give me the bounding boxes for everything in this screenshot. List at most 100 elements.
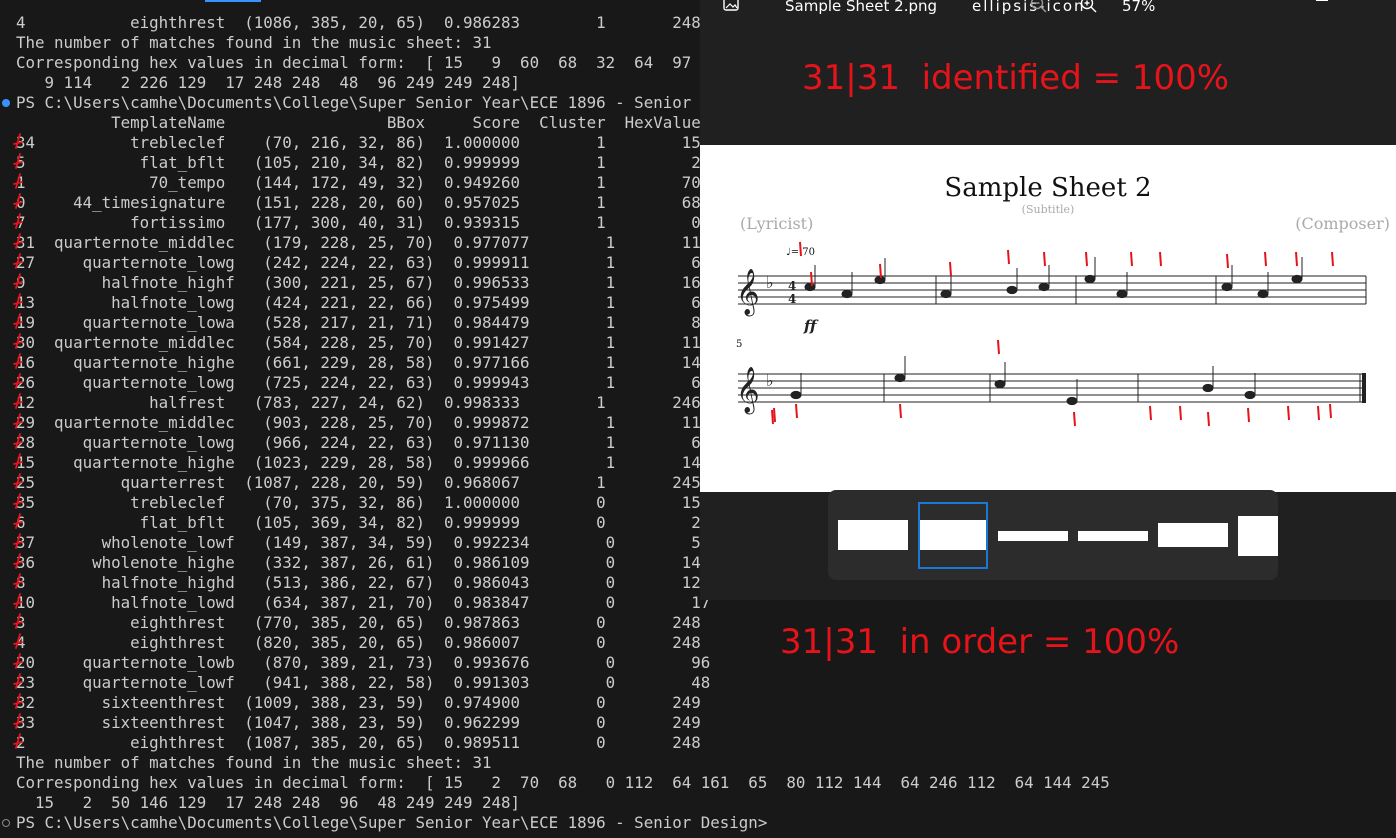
terminal-line: TemplateName BBox Score Cluster HexValue	[16, 113, 701, 132]
zoom-level[interactable]: 57%	[1122, 0, 1155, 15]
terminal-line: PS C:\Users\camhe\Documents\College\Supe…	[16, 813, 768, 832]
terminal-scroll-indicator	[205, 0, 261, 2]
terminal-line: Corresponding hex values in decimal form…	[16, 53, 730, 72]
terminal-line: PS C:\Users\camhe\Documents\College\Supe…	[16, 93, 739, 112]
terminal-line: 3 eighthrest (770, 385, 20, 65) 0.987863…	[16, 613, 701, 632]
check-mark	[13, 313, 23, 329]
check-mark	[13, 253, 23, 269]
terminal-line: 25 quarterrest (1087, 228, 20, 59) 0.968…	[16, 473, 701, 492]
terminal-line: 2 eighthrest (1087, 385, 20, 65) 0.98951…	[16, 733, 701, 752]
terminal-line: 13 halfnote_lowg (424, 221, 22, 66) 0.97…	[16, 293, 711, 312]
tally-mark	[1329, 403, 1332, 419]
terminal-line: 15 2 50 146 129 17 248 248 96 48 249 249…	[16, 793, 521, 812]
check-mark	[13, 233, 23, 249]
check-mark	[13, 213, 23, 229]
tally-mark	[1287, 405, 1290, 421]
check-mark	[13, 633, 23, 649]
terminal-line: 29 quarternote_middlec (903, 228, 25, 70…	[16, 413, 711, 432]
handwritten-note-marks	[771, 241, 1334, 427]
terminal-line: 15 quarternote_highe (1023, 229, 28, 58)…	[16, 453, 711, 472]
terminal-line: 37 wholenote_lowf (149, 387, 34, 59) 0.9…	[16, 533, 711, 552]
thumbnail-sheet-3[interactable]	[998, 531, 1068, 541]
terminal-line: 10 halfnote_lowd (634, 387, 21, 70) 0.98…	[16, 593, 711, 612]
check-mark	[13, 613, 23, 629]
thumbnail-sheet-1[interactable]	[838, 520, 908, 550]
file-name: Sample Sheet 2.png	[785, 0, 938, 15]
terminal-line: 33 sixteenthrest (1047, 388, 23, 59) 0.9…	[16, 713, 701, 732]
terminal-line: 4 eighthrest (820, 385, 20, 65) 0.986007…	[16, 633, 701, 652]
terminal-line: 4 eighthrest (1086, 385, 20, 65) 0.98628…	[16, 13, 701, 32]
terminal-line: 28 quarternote_lowg (966, 224, 22, 63) 0…	[16, 433, 711, 452]
terminal-line: 35 trebleclef (70, 375, 32, 86) 1.000000…	[16, 493, 701, 512]
terminal-line: 7 fortissimo (177, 300, 40, 31) 0.939315…	[16, 213, 701, 232]
tally-mark	[771, 409, 774, 425]
terminal-line: 23 quarternote_lowf (941, 388, 22, 58) 0…	[16, 673, 711, 692]
prompt-status-dot	[2, 819, 10, 827]
tally-mark	[879, 263, 882, 279]
handwritten-checkmarks	[13, 133, 23, 749]
tally-mark	[1207, 411, 1210, 427]
tally-mark	[949, 261, 952, 277]
tally-mark	[1264, 251, 1267, 267]
tally-mark	[1331, 251, 1334, 267]
check-mark	[13, 433, 23, 449]
terminal-line: 36 wholenote_highe (332, 387, 26, 61) 0.…	[16, 553, 711, 572]
check-mark	[13, 333, 23, 349]
gallery-icon[interactable]	[722, 0, 740, 14]
terminal-line: 32 sixteenthrest (1009, 388, 23, 59) 0.9…	[16, 693, 701, 712]
tally-mark	[1179, 405, 1182, 421]
check-mark	[13, 273, 23, 289]
thumbnail-sheet-5[interactable]	[1158, 523, 1228, 547]
thumbnail-sheet-6[interactable]	[1238, 516, 1278, 556]
terminal-line: 16 quarternote_highe (661, 229, 28, 58) …	[16, 353, 711, 372]
tally-mark	[795, 403, 798, 419]
terminal-line: 9 halfnote_highf (300, 221, 25, 67) 0.99…	[16, 273, 711, 292]
terminal-line: The number of matches found in the music…	[16, 753, 492, 772]
terminal-line: 20 quarternote_lowb (870, 389, 21, 73) 0…	[16, 653, 711, 672]
check-mark	[13, 413, 23, 429]
terminal-line: 30 quarternote_middlec (584, 228, 25, 70…	[16, 333, 711, 352]
tally-mark	[1317, 405, 1320, 421]
terminal-line: 5 flat_bflt (105, 210, 34, 82) 0.999999 …	[16, 153, 701, 172]
tally-mark	[1007, 249, 1010, 265]
check-mark	[13, 493, 23, 509]
terminal-line: 12 halfrest (783, 227, 24, 62) 0.998333 …	[16, 393, 701, 412]
annotation-identified: 31|31 identified = 100%	[802, 58, 1230, 98]
check-mark	[13, 293, 23, 309]
check-mark	[13, 453, 23, 469]
prompt-status-dot	[2, 99, 10, 107]
terminal-line: 34 trebleclef (70, 216, 32, 86) 1.000000…	[16, 133, 701, 152]
terminal-line: 9 114 2 226 129 17 248 248 48 96 249 249…	[16, 73, 521, 92]
check-mark	[13, 573, 23, 589]
terminal-line: 26 quarternote_lowg (725, 224, 22, 63) 0…	[16, 373, 711, 392]
terminal-line: 0 44_timesignature (151, 228, 20, 60) 0.…	[16, 193, 701, 212]
check-mark	[13, 533, 23, 549]
terminal-line: 8 halfnote_highd (513, 386, 22, 67) 0.98…	[16, 573, 711, 592]
terminal-line: Corresponding hex values in decimal form…	[16, 773, 1110, 792]
tally-mark	[997, 339, 1000, 355]
zoom-out-icon[interactable]	[1030, 0, 1048, 14]
tally-mark	[1073, 411, 1076, 427]
ellipsis-icon[interactable]: ellipsis-icon	[972, 0, 1086, 15]
check-mark	[13, 353, 23, 369]
tally-mark	[899, 403, 902, 419]
tally-mark	[810, 271, 813, 287]
tally-mark	[1043, 251, 1046, 267]
tally-mark	[1226, 253, 1229, 269]
check-mark	[13, 653, 23, 669]
check-mark	[13, 553, 23, 569]
thumbnail-sheet-4[interactable]	[1078, 531, 1148, 541]
check-mark	[13, 713, 23, 729]
zoom-in-icon[interactable]	[1080, 0, 1098, 14]
thumbnail-strip[interactable]	[828, 490, 1278, 580]
minimize-icon[interactable]	[1316, 0, 1328, 1]
tally-mark	[1159, 251, 1162, 267]
tally-mark	[1295, 251, 1298, 267]
check-mark	[13, 593, 23, 609]
check-mark	[13, 193, 23, 209]
check-mark	[13, 173, 23, 189]
tally-mark	[1149, 405, 1152, 421]
tally-mark	[1247, 407, 1250, 423]
thumbnail-selection	[918, 502, 988, 569]
terminal-line: 19 quarternote_lowa (528, 217, 21, 71) 0…	[16, 313, 711, 332]
